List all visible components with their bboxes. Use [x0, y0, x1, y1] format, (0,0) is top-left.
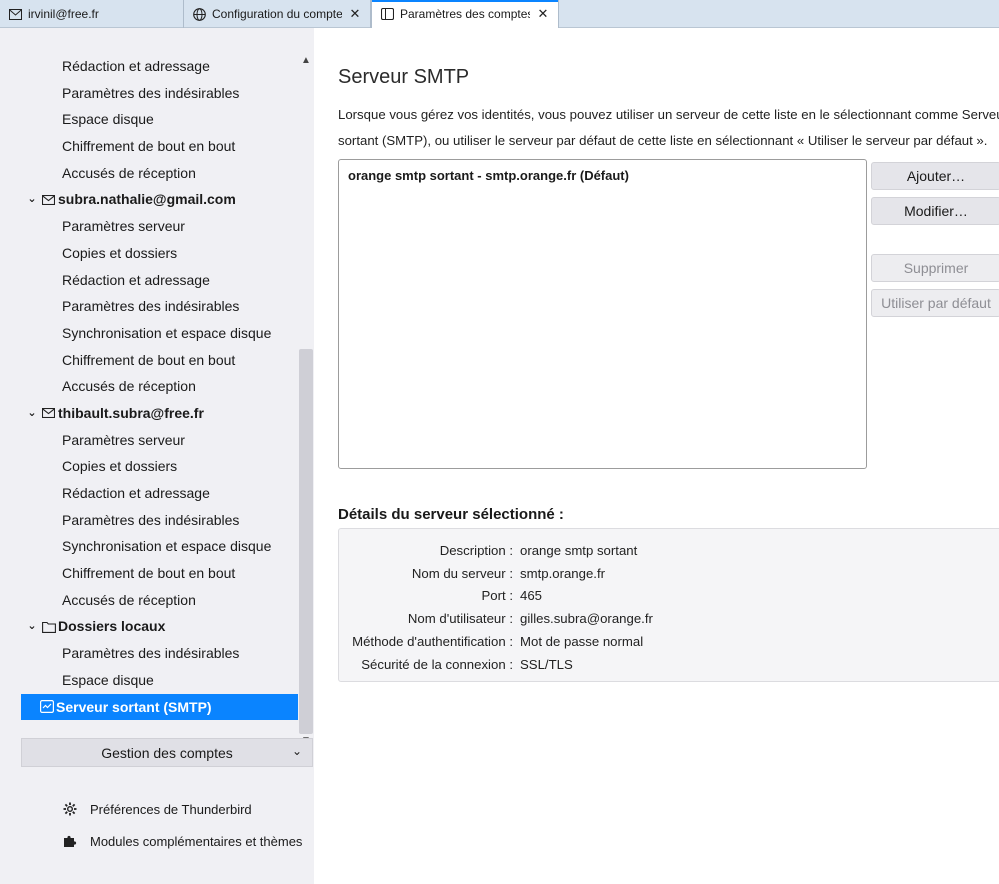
puzzle-icon	[62, 833, 78, 849]
detail-value: smtp.orange.fr	[520, 565, 606, 581]
detail-row: Sécurité de la connexion : SSL/TLS	[339, 653, 999, 675]
detail-label: Nom du serveur :	[411, 565, 513, 581]
tree-item[interactable]: Espace disque	[21, 106, 298, 133]
detail-value: 465	[520, 587, 543, 603]
gear-icon	[62, 801, 78, 817]
scroll-thumb[interactable]	[299, 349, 313, 734]
detail-row: Description : orange smtp sortant	[339, 539, 999, 561]
tree-item[interactable]: Paramètres des indésirables	[21, 293, 298, 320]
tree-item[interactable]: Paramètres des indésirables	[21, 640, 298, 667]
tree-item[interactable]: Chiffrement de bout en bout	[21, 133, 298, 160]
tree-item-smtp-selected[interactable]: Serveur sortant (SMTP)	[21, 693, 298, 721]
chevron-down-icon[interactable]: ⌄	[25, 400, 39, 427]
tree-item[interactable]: Rédaction et adressage	[21, 267, 298, 294]
main-panel: Serveur SMTP Lorsque vous gérez vos iden…	[314, 28, 999, 884]
detail-label: Port :	[481, 587, 513, 603]
detail-row: Méthode d'authentification : Mot de pass…	[339, 630, 999, 652]
chevron-down-icon: ⌄	[291, 744, 302, 758]
page-title: Serveur SMTP	[338, 66, 470, 88]
tab-label: Paramètres des comptes Co	[400, 7, 530, 21]
chevron-down-icon[interactable]: ⌄	[25, 613, 39, 640]
chevron-down-icon[interactable]: ⌄	[25, 186, 39, 213]
mail-icon	[41, 192, 56, 207]
detail-value: Mot de passe normal	[520, 633, 644, 649]
tab-account-settings[interactable]: Paramètres des comptes Co ✕	[371, 0, 559, 28]
account-label: subra.nathalie@gmail.com	[58, 191, 236, 208]
tab-account-setup[interactable]: Configuration du compte ✕	[184, 0, 371, 28]
detail-row: Port : 465	[339, 584, 999, 606]
tree-item[interactable]: Synchronisation et espace disque	[21, 533, 298, 560]
account-free[interactable]: ⌄ thibault.subra@free.fr	[21, 400, 298, 427]
tree-item[interactable]: Accusés de réception	[21, 587, 298, 614]
tree-item[interactable]: Accusés de réception	[21, 160, 298, 187]
sidebar-scrollbar[interactable]: ▲ ▼	[298, 53, 314, 749]
tab-bar: irvinil@free.fr Configuration du compte …	[0, 0, 999, 28]
tab-mail[interactable]: irvinil@free.fr	[0, 0, 184, 28]
mail-icon	[8, 7, 22, 21]
tab-label: Configuration du compte	[212, 7, 342, 21]
detail-label: Description :	[439, 542, 513, 558]
tree-item[interactable]: Rédaction et adressage	[21, 53, 298, 80]
account-label: thibault.subra@free.fr	[58, 404, 204, 421]
details-heading: Détails du serveur sélectionné :	[338, 506, 564, 523]
addons-label: Modules complémentaires et thèmes	[90, 833, 303, 849]
globe-icon	[192, 7, 206, 21]
preferences-link[interactable]: Préférences de Thunderbird	[62, 798, 252, 820]
server-details-panel: Description : orange smtp sortant Nom du…	[338, 528, 999, 682]
account-local-folders[interactable]: ⌄ Dossiers locaux	[21, 613, 298, 640]
addons-link[interactable]: Modules complémentaires et thèmes	[62, 830, 302, 852]
tree-item[interactable]: Paramètres serveur	[21, 213, 298, 240]
tab-label: irvinil@free.fr	[28, 7, 99, 21]
set-default-button[interactable]: Utiliser par défaut	[871, 289, 999, 317]
detail-value: orange smtp sortant	[520, 542, 638, 558]
tree-item[interactable]: Paramètres des indésirables	[21, 80, 298, 107]
settings-page-icon	[380, 7, 394, 21]
account-label: Dossiers locaux	[58, 618, 166, 635]
manage-accounts-label: Gestion des comptes	[101, 744, 233, 761]
tree-item[interactable]: Accusés de réception	[21, 373, 298, 400]
delete-button[interactable]: Supprimer	[871, 254, 999, 282]
detail-row: Nom d'utilisateur : gilles.subra@orange.…	[339, 607, 999, 629]
list-item[interactable]: orange smtp sortant - smtp.orange.fr (Dé…	[339, 160, 866, 191]
tree-item[interactable]: Chiffrement de bout en bout	[21, 347, 298, 374]
tree-item[interactable]: Copies et dossiers	[21, 240, 298, 267]
detail-value: gilles.subra@orange.fr	[520, 610, 653, 626]
tree-item[interactable]: Chiffrement de bout en bout	[21, 560, 298, 587]
detail-label: Sécurité de la connexion :	[361, 656, 513, 672]
tree-item[interactable]: Rédaction et adressage	[21, 480, 298, 507]
tree-item[interactable]: Synchronisation et espace disque	[21, 320, 298, 347]
smtp-server-list[interactable]: orange smtp sortant - smtp.orange.fr (Dé…	[338, 159, 867, 469]
detail-label: Nom d'utilisateur :	[407, 610, 513, 626]
account-tree: Rédaction et adressage Paramètres des in…	[21, 53, 298, 749]
tree-item-label: Serveur sortant (SMTP)	[56, 698, 212, 715]
detail-row: Nom du serveur : smtp.orange.fr	[339, 562, 999, 584]
close-icon[interactable]: ✕	[348, 6, 362, 22]
folder-icon	[41, 619, 56, 634]
close-icon[interactable]: ✕	[536, 6, 550, 22]
intro-text: Lorsque vous gérez vos identités, vous p…	[338, 107, 999, 148]
sidebar: Rédaction et adressage Paramètres des in…	[0, 28, 314, 884]
detail-value: SSL/TLS	[520, 656, 573, 672]
manage-accounts-button[interactable]: Gestion des comptes ⌄	[21, 738, 313, 767]
mail-icon	[41, 406, 56, 421]
detail-label: Méthode d'authentification :	[352, 633, 513, 649]
edit-button[interactable]: Modifier…	[871, 197, 999, 225]
add-button[interactable]: Ajouter…	[871, 162, 999, 190]
scroll-up-arrow-icon[interactable]: ▲	[298, 53, 314, 69]
account-gmail[interactable]: ⌄ subra.nathalie@gmail.com	[21, 186, 298, 213]
outgoing-server-icon	[39, 699, 54, 714]
tree-item[interactable]: Copies et dossiers	[21, 453, 298, 480]
tree-item[interactable]: Espace disque	[21, 667, 298, 694]
tree-item[interactable]: Paramètres serveur	[21, 427, 298, 454]
preferences-label: Préférences de Thunderbird	[90, 801, 252, 817]
tree-item[interactable]: Paramètres des indésirables	[21, 507, 298, 534]
